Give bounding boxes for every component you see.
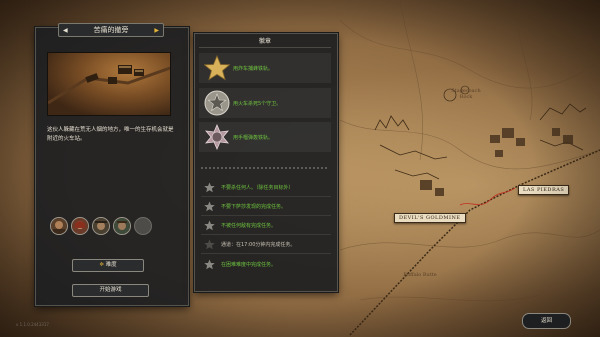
badge-row: 用火车杀死5个守卫。: [199, 90, 331, 116]
objective-row: 不要下萨莎发现的完成任务。: [204, 199, 334, 213]
dark-star-icon: [204, 238, 215, 249]
character-portrait-3[interactable]: [92, 217, 110, 235]
character-portraits: [50, 217, 152, 235]
rose-sheriff-star-badge-icon: [205, 124, 229, 150]
character-portrait-4[interactable]: [113, 217, 131, 235]
map-label-rock: Stagecoach Rock: [451, 88, 481, 100]
mission-title-bar: ◀ 苦痛的撤旁 ▶: [58, 23, 164, 37]
character-portrait-empty: [134, 217, 152, 235]
difficulty-icon: ✲: [99, 262, 104, 268]
town-sign-las-piedras[interactable]: LAS PIEDRAS: [518, 185, 570, 195]
objective-separator: [201, 196, 331, 197]
mission-preview-image: [47, 52, 171, 116]
map-label-butte: Buffalo Butte: [403, 272, 437, 278]
difficulty-label: 难度: [105, 262, 117, 268]
objective-text: 不要杀任何人。（除任务目标外）: [221, 184, 294, 191]
objective-separator: [201, 215, 331, 216]
grey-star-icon: [204, 219, 215, 230]
silver-sheriff-star-badge-icon: [204, 90, 230, 116]
town-sign-devils-goldmine[interactable]: DEVIL'S GOLDMINE: [394, 213, 466, 223]
character-portrait-2[interactable]: [71, 217, 89, 235]
character-portrait-1[interactable]: [50, 217, 68, 235]
objective-text: 通道：在17:00分钟内完成任务。: [221, 241, 296, 248]
objective-separator: [201, 253, 331, 254]
mission-description: 这伙人躲藏在荒无人烟的地方，唯一的生存机会就是附近的火车站。: [47, 127, 174, 142]
version-label: v 1.1.0.2443317: [16, 322, 49, 327]
back-button[interactable]: 返回: [522, 313, 571, 329]
grey-star-icon: [204, 181, 215, 192]
badges-header: 徽章: [199, 36, 331, 48]
objective-row: 在困难难度中完成任务。: [204, 257, 334, 271]
objective-row: 不被任何敌有完成任务。: [204, 218, 334, 232]
grey-star-icon: [204, 200, 215, 211]
mission-title: 苦痛的撤旁: [93, 26, 129, 34]
objective-separator: [201, 234, 331, 235]
section-divider: [201, 167, 329, 169]
objective-text: 不被任何敌有完成任务。: [221, 222, 277, 229]
badge-text: 用炸车捕蜂铁轨。: [233, 65, 274, 72]
objective-row: 通道：在17:00分钟内完成任务。: [204, 237, 334, 251]
start-game-button[interactable]: 开始游戏: [72, 284, 149, 297]
badge-row: 用炸车捕蜂铁轨。: [199, 55, 331, 81]
badge-text: 用火车杀死5个守卫。: [233, 100, 282, 107]
previous-mission-arrow-icon[interactable]: ◀: [63, 27, 68, 34]
gold-star-badge-icon: [204, 55, 230, 81]
badge-row: 用手榴弹轰铁轨。: [199, 124, 331, 150]
objective-text: 不要下萨莎发现的完成任务。: [221, 203, 287, 210]
grey-star-icon: [204, 258, 215, 269]
next-mission-arrow-icon[interactable]: ▶: [154, 27, 159, 34]
badge-text: 用手榴弹轰铁轨。: [233, 134, 274, 141]
difficulty-button[interactable]: ✲ 难度: [72, 259, 144, 272]
objective-text: 在困难难度中完成任务。: [221, 261, 277, 268]
objective-row: 不要杀任何人。（除任务目标外）: [204, 180, 334, 194]
